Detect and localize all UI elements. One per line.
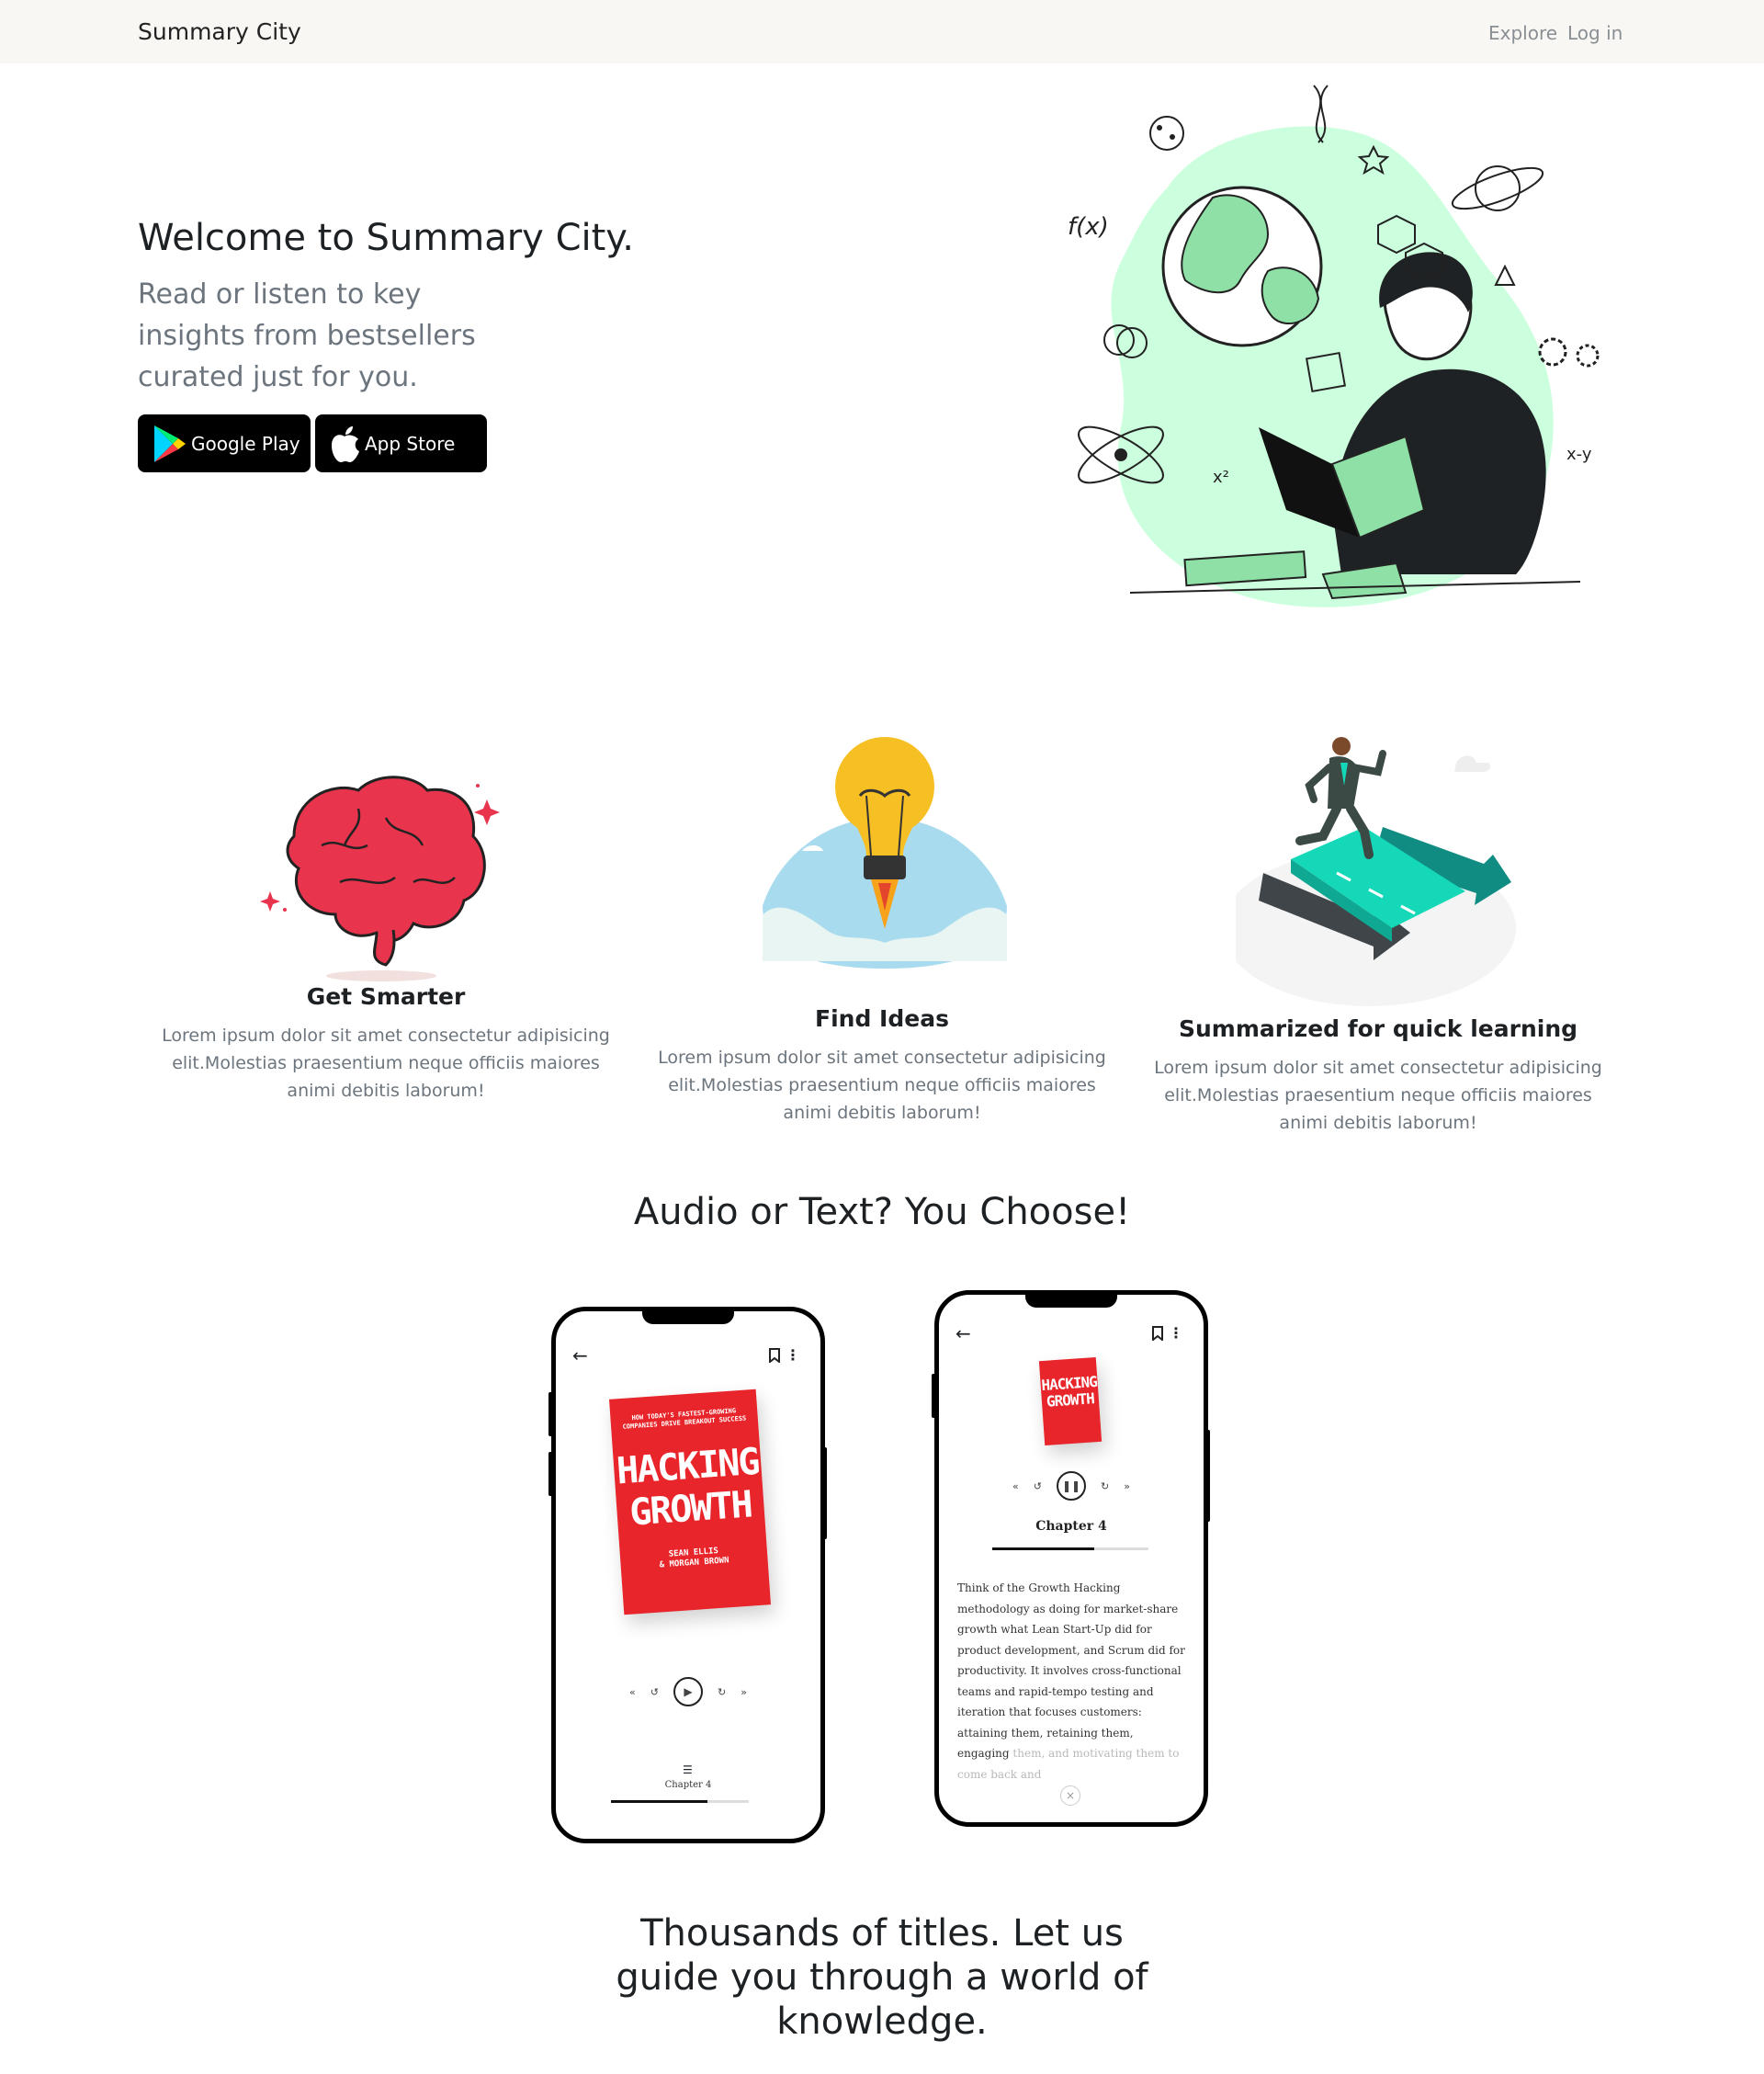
bookmark-icon[interactable]	[769, 1348, 780, 1363]
more-options-icon[interactable]: ⋮	[786, 1346, 800, 1364]
app-store-button[interactable]: App Store	[315, 414, 487, 472]
progress-fill	[992, 1547, 1094, 1550]
phone-toolbar: ← ⋮	[572, 1344, 804, 1366]
lightbulb-rocket-icon	[763, 737, 1007, 969]
feature-title: Find Ideas	[815, 1005, 949, 1032]
skip-forward-icon[interactable]: »	[1124, 1480, 1130, 1492]
feature-title: Get Smarter	[306, 983, 466, 1010]
play-icon: ▶	[684, 1685, 693, 1698]
rewind-icon[interactable]: ↺	[1034, 1480, 1042, 1492]
reading-progress-bar[interactable]	[992, 1547, 1148, 1550]
phone-notch	[642, 1311, 734, 1324]
nav-login-link[interactable]: Log in	[1567, 22, 1623, 44]
closing-title: Thousands of titles. Let us guide you th…	[0, 1911, 1764, 2044]
audio-text-section-title: Audio or Text? You Choose!	[633, 1191, 1131, 1233]
svg-text:x-y: x-y	[1566, 445, 1592, 464]
bookmark-icon[interactable]	[1152, 1326, 1163, 1341]
svg-text:x²: x²	[1213, 468, 1229, 487]
google-play-button[interactable]: Google Play	[138, 414, 311, 472]
svg-text:f(x): f(x)	[1068, 213, 1109, 241]
navbar: Summary City Explore Log in	[0, 0, 1764, 63]
reader-text: Think of the Growth Hacking methodology …	[957, 1578, 1187, 1785]
google-play-label: Google Play	[191, 432, 300, 455]
hero-subtitle: Read or listen to key insights from best…	[138, 278, 476, 393]
phone-audio-player: ← ⋮ HOW TODAY'S FASTEST-GROWING COMPANIE…	[551, 1307, 825, 1843]
close-icon[interactable]: ×	[1060, 1785, 1080, 1806]
forward-icon[interactable]: ↻	[718, 1686, 726, 1698]
book-title-line2: GROWTH	[1046, 1389, 1095, 1411]
reader-text-body: Think of the Growth Hacking methodology …	[957, 1581, 1185, 1760]
play-button[interactable]: ▶	[673, 1677, 703, 1706]
audio-controls: « ↺ ▶ ↻ »	[556, 1677, 820, 1706]
phone-notch	[1025, 1295, 1117, 1308]
progress-fill	[611, 1800, 707, 1803]
forward-icon[interactable]: ↻	[1101, 1480, 1109, 1492]
book-tagline: HOW TODAY'S FASTEST-GROWING COMPANIES DR…	[622, 1407, 747, 1431]
phone-text-reader: ← ⋮ HACKING GROWTH « ↺ ❚❚ ↻ » Chapter 4 …	[934, 1290, 1208, 1827]
hero-title: Welcome to Summary City.	[138, 217, 634, 259]
chapter-label: Chapter 4	[664, 1780, 712, 1790]
audio-progress-bar[interactable]	[611, 1800, 749, 1803]
book-title-line2: GROWTH	[628, 1483, 753, 1535]
chapter-title: Chapter 4	[1035, 1519, 1107, 1534]
skip-back-icon[interactable]: «	[629, 1686, 636, 1698]
runner-arrows-icon	[1236, 737, 1516, 1006]
book-cover[interactable]: HOW TODAY'S FASTEST-GROWING COMPANIES DR…	[608, 1388, 772, 1615]
skip-back-icon[interactable]: «	[1012, 1480, 1019, 1492]
back-arrow-icon[interactable]: ←	[956, 1322, 971, 1344]
book-cover[interactable]: HACKING GROWTH	[1038, 1356, 1102, 1446]
more-options-icon[interactable]: ⋮	[1169, 1324, 1183, 1342]
skip-forward-icon[interactable]: »	[741, 1686, 747, 1698]
feature-text: Lorem ipsum dolor sit amet consectetur a…	[1154, 1058, 1602, 1133]
feature-text: Lorem ipsum dolor sit amet consectetur a…	[658, 1048, 1106, 1123]
rewind-icon[interactable]: ↺	[650, 1686, 659, 1698]
back-arrow-icon[interactable]: ←	[572, 1344, 588, 1366]
audio-controls: « ↺ ❚❚ ↻ »	[939, 1471, 1204, 1501]
apple-icon	[332, 425, 359, 462]
nav-explore-link[interactable]: Explore	[1488, 22, 1557, 44]
chapter-list-icon[interactable]: ☰	[683, 1763, 693, 1776]
brain-icon	[260, 776, 500, 981]
pause-icon: ❚❚	[1061, 1479, 1081, 1492]
feature-text: Lorem ipsum dolor sit amet consectetur a…	[162, 1026, 610, 1101]
pause-button[interactable]: ❚❚	[1057, 1471, 1086, 1501]
google-play-icon	[154, 425, 186, 462]
app-store-label: App Store	[365, 432, 456, 455]
phone-toolbar: ← ⋮	[956, 1322, 1187, 1344]
hero-reading-illustration: f(x) x² x-y	[1068, 85, 1600, 607]
brand-logo[interactable]: Summary City	[138, 18, 301, 45]
feature-title: Summarized for quick learning	[1178, 1015, 1578, 1042]
closing-title-text: Thousands of titles. Let us guide you th…	[616, 1912, 1148, 2043]
